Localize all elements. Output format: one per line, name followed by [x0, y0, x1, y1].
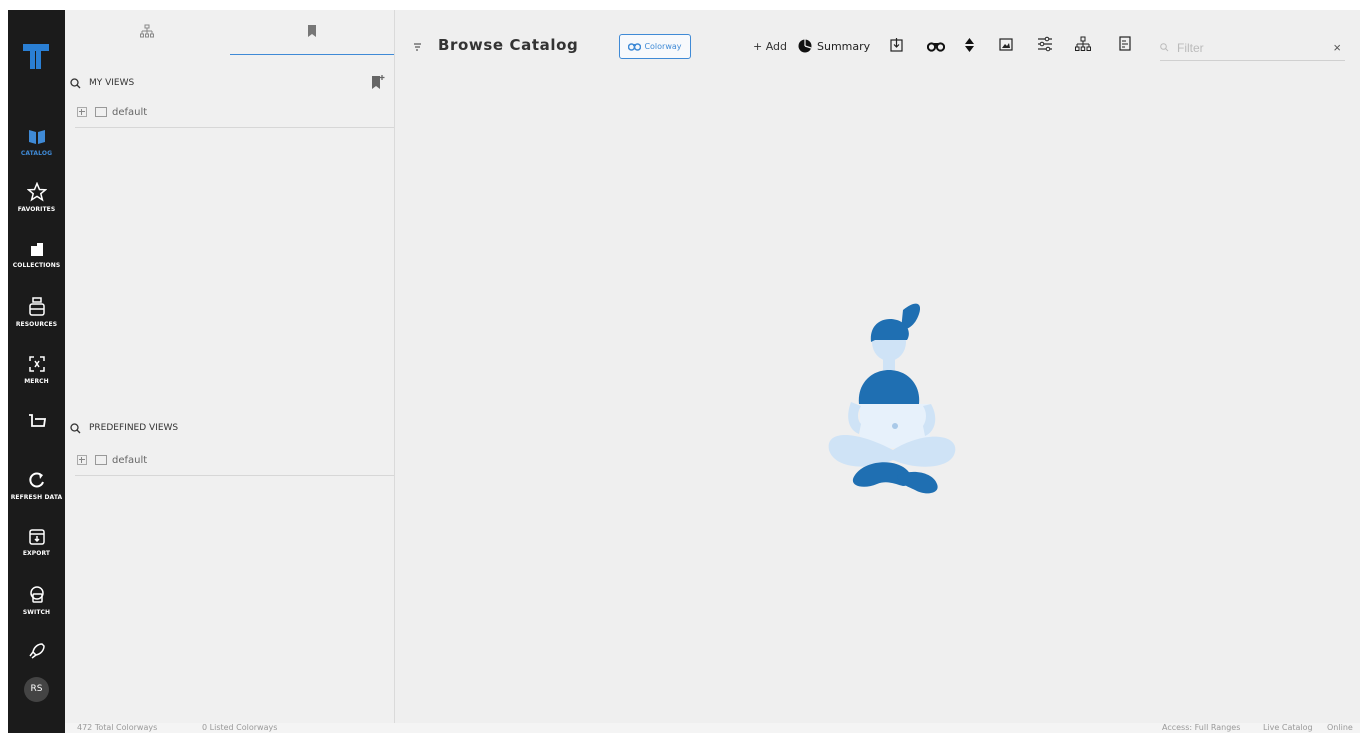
rail-item-collections[interactable]: COLLECTIONS — [8, 242, 65, 269]
rail-label: RESOURCES — [15, 321, 58, 328]
filter-field: × — [1160, 35, 1345, 61]
predefined-views-title: PREDEFINED VIEWS — [89, 423, 179, 433]
total-colorways: 472 Total Colorways — [77, 723, 158, 732]
rail-label: REFRESH DATA — [10, 494, 63, 501]
merch-icon — [28, 356, 45, 372]
pie-chart-icon — [798, 39, 812, 53]
predefined-views-item-label: default — [112, 454, 148, 466]
predefined-views-item[interactable]: default — [77, 452, 147, 468]
colorway-label: Colorway — [644, 42, 682, 51]
sort-toggle-icon[interactable] — [965, 38, 974, 52]
filter-input[interactable] — [1175, 39, 1329, 56]
rail-label: CATALOG — [20, 150, 53, 157]
rail-item-basket[interactable] — [8, 413, 65, 429]
folder-icon — [95, 455, 107, 465]
my-views-header: MY VIEWS — [70, 73, 134, 93]
tab-hierarchy[interactable] — [65, 10, 229, 54]
page-title: Browse Catalog — [438, 36, 579, 54]
rail-item-catalog[interactable]: CATALOG — [8, 128, 65, 157]
catalog-status: Live Catalog — [1263, 723, 1313, 732]
catalog-icon — [28, 130, 45, 144]
expand-icon[interactable] — [77, 455, 87, 465]
rail-item-export[interactable]: EXPORT — [8, 528, 65, 557]
switch-icon — [29, 586, 44, 603]
resources-icon — [28, 297, 45, 316]
app-logo — [23, 44, 49, 69]
summary-label: Summary — [817, 39, 871, 53]
close-icon[interactable]: × — [1333, 40, 1341, 55]
my-views-item-label: default — [112, 106, 148, 118]
basket-icon — [28, 414, 46, 427]
access-status: Access: Full Ranges — [1162, 723, 1241, 732]
divider — [75, 475, 394, 476]
rail-label: COLLECTIONS — [12, 262, 61, 269]
binoculars-icon[interactable] — [927, 41, 945, 52]
hierarchy-icon[interactable] — [1075, 36, 1091, 52]
add-bookmark-icon[interactable] — [371, 74, 385, 90]
rail-label: SWITCH — [22, 609, 51, 616]
rail-item-refresh-data[interactable]: REFRESH DATA — [8, 470, 65, 501]
rail-item-switch[interactable]: SWITCH — [8, 585, 65, 616]
avatar[interactable]: RS — [24, 677, 49, 702]
star-icon — [26, 182, 47, 202]
export-icon — [28, 529, 45, 545]
main-content: Browse Catalog Colorway + Add Summary Fi… — [395, 10, 1360, 723]
sliders-icon[interactable] — [1037, 36, 1053, 52]
online-status: Online — [1327, 723, 1353, 732]
document-icon[interactable] — [1119, 36, 1131, 51]
refresh-icon — [28, 472, 44, 488]
nav-rail: CATALOG FAVORITES COLLECTIONS RESOURCES … — [8, 10, 65, 733]
predefined-views-header: PREDEFINED VIEWS — [70, 418, 178, 438]
search-icon[interactable] — [70, 422, 81, 434]
rail-item-launch[interactable] — [8, 642, 65, 660]
colorway-button[interactable]: Colorway — [619, 34, 691, 59]
my-views-title: MY VIEWS — [89, 78, 135, 88]
rail-label: FAVORITES — [17, 206, 56, 213]
rail-item-resources[interactable]: RESOURCES — [8, 297, 65, 328]
empty-state-illustration — [828, 303, 956, 494]
status-bar: 472 Total Colorways 0 Listed Colorways A… — [65, 723, 1360, 733]
search-icon[interactable] — [70, 77, 81, 89]
binoculars-icon — [628, 43, 642, 51]
sort-icon[interactable] — [413, 42, 422, 54]
rocket-icon — [28, 643, 45, 659]
summary-button[interactable]: Summary — [798, 39, 870, 53]
bookmark-icon — [308, 25, 316, 37]
expand-icon[interactable] — [77, 107, 87, 117]
hierarchy-icon — [140, 24, 154, 38]
my-views-item[interactable]: default — [77, 104, 147, 120]
divider — [75, 127, 394, 128]
folder-icon — [95, 107, 107, 117]
toolbar: Browse Catalog Colorway + Add Summary Fi… — [395, 10, 1360, 70]
views-panel: MY VIEWS default PREDEFINED VIEWS defaul… — [65, 10, 395, 723]
search-icon — [1160, 43, 1169, 52]
image-icon[interactable] — [999, 38, 1013, 51]
collections-icon — [30, 243, 43, 256]
add-button[interactable]: + Add — [753, 40, 787, 53]
rail-item-favorites[interactable]: FAVORITES — [8, 182, 65, 213]
rail-label: MERCH — [24, 378, 49, 385]
panel-tabs — [65, 10, 394, 56]
download-icon[interactable] — [890, 38, 903, 52]
rail-item-merch[interactable]: MERCH — [8, 354, 65, 385]
tab-views[interactable] — [230, 10, 394, 55]
rail-label: EXPORT — [22, 550, 51, 557]
listed-colorways: 0 Listed Colorways — [202, 723, 278, 732]
